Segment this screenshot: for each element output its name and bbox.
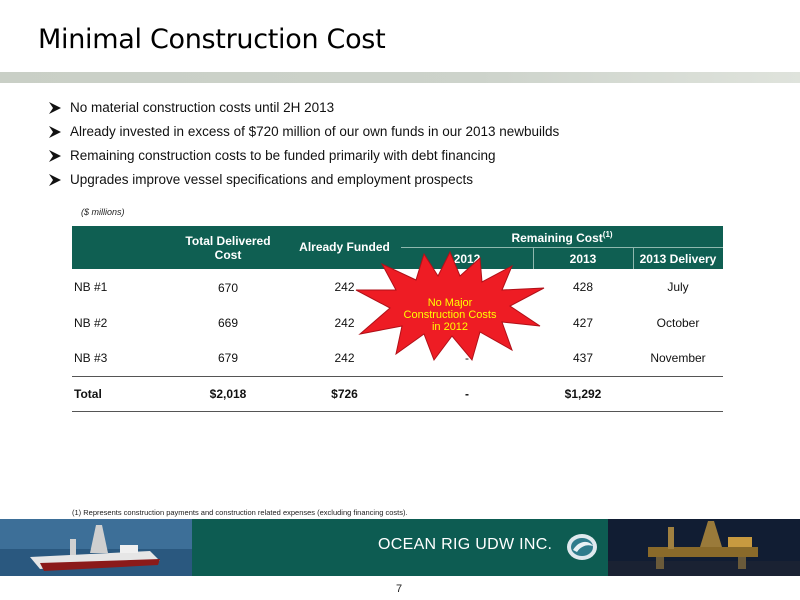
title-divider bbox=[0, 72, 800, 83]
starburst-callout-text: No Major Construction Costs in 2012 bbox=[392, 297, 508, 333]
arrow-bullet-icon bbox=[49, 150, 61, 162]
cell-remaining-2013: 427 bbox=[572, 316, 594, 330]
row-label: NB #3 bbox=[74, 351, 108, 365]
bullet-text: Upgrades improve vessel specifications a… bbox=[70, 172, 473, 187]
bullet-text: No material construction costs until 2H … bbox=[70, 100, 335, 115]
header-total-delivered-cost-line2: Cost bbox=[214, 248, 242, 262]
units-note: ($ millions) bbox=[81, 207, 125, 217]
page-number: 7 bbox=[396, 583, 403, 595]
arrow-bullet-icon bbox=[49, 126, 61, 138]
total-bottom-rule bbox=[72, 411, 723, 412]
cell-remaining-2013: 428 bbox=[572, 280, 594, 294]
cell-delivery-2013: July bbox=[667, 280, 689, 294]
callout-line-2: Construction Costs bbox=[403, 309, 497, 321]
header-divider bbox=[401, 247, 723, 248]
page-title: Minimal Construction Cost bbox=[38, 24, 386, 55]
cell-total-cost: 679 bbox=[217, 351, 239, 365]
row-label: NB #1 bbox=[74, 280, 108, 294]
bullet-item: Already invested in excess of $720 milli… bbox=[48, 122, 559, 146]
callout-line-3: in 2012 bbox=[431, 321, 469, 333]
header-remaining-cost: Remaining Cost(1) bbox=[401, 230, 723, 245]
bullet-item: Upgrades improve vessel specifications a… bbox=[48, 170, 559, 194]
row-label: Total bbox=[74, 387, 102, 401]
cell-remaining-2013: $1,292 bbox=[564, 387, 602, 401]
footnote: (1) Represents construction payments and… bbox=[72, 508, 408, 517]
cell-total-cost: 669 bbox=[217, 316, 239, 330]
arrow-bullet-icon bbox=[49, 174, 61, 186]
cell-delivery-2013: November bbox=[650, 351, 706, 365]
drillship-photo-art bbox=[0, 519, 192, 576]
bullet-text: Remaining construction costs to be funde… bbox=[70, 148, 496, 163]
header-remaining-cost-footnote-marker: (1) bbox=[602, 230, 613, 239]
row-label: NB #2 bbox=[74, 316, 108, 330]
cell-total-cost: $2,018 bbox=[209, 387, 247, 401]
bullet-list: No material construction costs until 2H … bbox=[48, 98, 559, 194]
header-remaining-cost-label: Remaining Cost bbox=[511, 231, 603, 245]
header-2013-delivery: 2013 Delivery bbox=[639, 252, 717, 266]
cell-total-cost: 670 bbox=[217, 281, 239, 295]
cell-remaining-2013: 437 bbox=[572, 351, 594, 365]
header-total-delivered-cost: Total Delivered Cost bbox=[168, 234, 288, 262]
callout-line-1: No Major bbox=[427, 297, 473, 309]
bullet-text: Already invested in excess of $720 milli… bbox=[70, 124, 560, 139]
company-logo bbox=[567, 534, 597, 560]
rig-photo-art bbox=[608, 519, 800, 576]
cell-delivery-2013: October bbox=[656, 316, 700, 330]
rig-photo bbox=[608, 519, 800, 576]
bullet-item: Remaining construction costs to be funde… bbox=[48, 146, 559, 170]
arrow-bullet-icon bbox=[49, 102, 61, 114]
cell-remaining-2012: - bbox=[465, 387, 469, 401]
header-total-delivered-cost-line1: Total Delivered bbox=[185, 234, 271, 248]
header-2013: 2013 bbox=[569, 252, 597, 266]
total-top-rule bbox=[72, 376, 723, 377]
table-total-row: Total $2,018 $726 - $1,292 bbox=[72, 387, 723, 407]
cell-already-funded: $726 bbox=[331, 387, 358, 401]
company-name: OCEAN RIG UDW INC. bbox=[378, 536, 553, 553]
drillship-photo bbox=[0, 519, 192, 576]
bullet-item: No material construction costs until 2H … bbox=[48, 98, 559, 122]
